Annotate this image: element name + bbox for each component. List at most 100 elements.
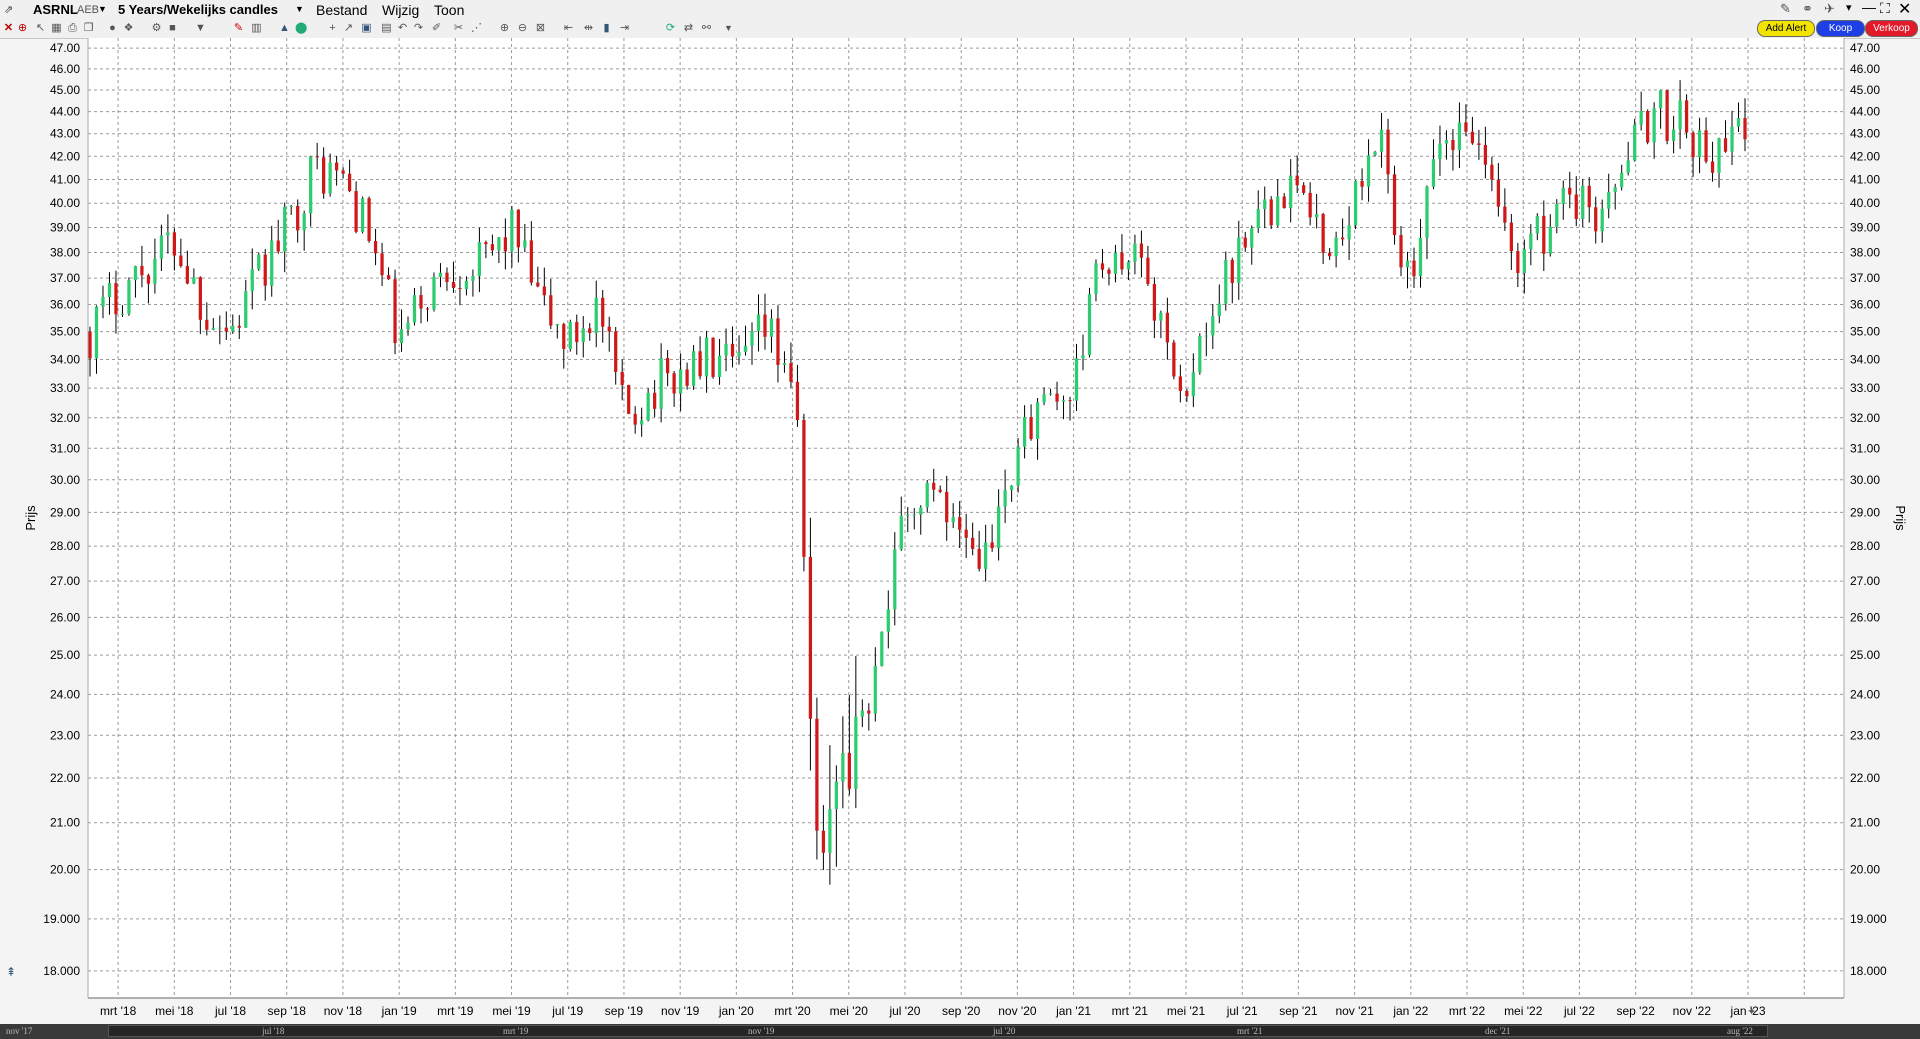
y-tick-label-right: 28.00 bbox=[1850, 539, 1880, 553]
candle-body bbox=[984, 542, 988, 569]
tools-icon[interactable]: ✎ bbox=[1780, 1, 1791, 17]
marker-icon[interactable]: ⬤ bbox=[295, 23, 307, 34]
candle-body bbox=[847, 752, 851, 789]
more-dropdown-icon[interactable]: ▼ bbox=[723, 23, 734, 34]
candle-body bbox=[1334, 237, 1338, 257]
candle-body bbox=[1113, 252, 1118, 274]
candle-body bbox=[1568, 187, 1572, 195]
overview-scrollbar[interactable]: nov '17 jul '18 mrt '19 nov '19 jul '20 … bbox=[0, 1024, 1920, 1039]
zoom-out-icon[interactable]: ⊖ bbox=[517, 23, 528, 34]
table-icon[interactable]: ▤ bbox=[381, 23, 392, 34]
chart-add-icon[interactable]: ✦ bbox=[1747, 1006, 1756, 1018]
pin-icon[interactable]: ✈ bbox=[1824, 1, 1835, 17]
period-dropdown-icon[interactable]: ▼ bbox=[295, 4, 304, 14]
save-icon[interactable]: ▣ bbox=[361, 23, 372, 34]
scale-icon[interactable]: ⇞ bbox=[6, 965, 16, 979]
layers-icon[interactable]: ❖ bbox=[123, 23, 134, 34]
maximize-icon[interactable]: ⛶ bbox=[1880, 0, 1890, 17]
y-tick-label-left: 38.00 bbox=[50, 246, 80, 260]
indicator-icon[interactable]: ⚙ bbox=[151, 23, 162, 34]
menu-toon[interactable]: Toon bbox=[434, 2, 464, 18]
link-tool-icon[interactable]: ⚯ bbox=[701, 23, 712, 34]
trend-icon[interactable]: ↗ bbox=[343, 23, 354, 34]
cursor-icon[interactable]: ↖ bbox=[35, 23, 46, 34]
redo-icon[interactable]: ↷ bbox=[413, 23, 424, 34]
candle-body bbox=[678, 369, 683, 394]
menu-wijzig[interactable]: Wijzig bbox=[382, 2, 419, 18]
candle-body bbox=[1451, 140, 1455, 151]
candle-body bbox=[1353, 180, 1358, 226]
candle-body bbox=[464, 280, 469, 290]
symbol-dropdown-icon[interactable]: ▼ bbox=[98, 4, 107, 14]
scroll-pin-icon[interactable]: ▮ bbox=[601, 23, 612, 34]
y-tick-label-right: 26.00 bbox=[1850, 610, 1880, 624]
pencil-icon[interactable]: ✎ bbox=[233, 23, 244, 34]
candle-body bbox=[1477, 143, 1481, 145]
candle-body bbox=[536, 282, 540, 287]
x-tick-label: sep '21 bbox=[1279, 1004, 1318, 1018]
candle-body bbox=[1133, 243, 1137, 262]
link-icon[interactable]: ⚭ bbox=[1802, 1, 1813, 17]
copy-icon[interactable]: ❐ bbox=[83, 23, 94, 34]
sell-button[interactable]: Verkoop bbox=[1865, 20, 1918, 37]
candle-body bbox=[373, 241, 378, 254]
scroll-mid-icon[interactable]: ⇹ bbox=[583, 23, 594, 34]
candle-body bbox=[1626, 160, 1630, 173]
zoom-in-icon[interactable]: ⊕ bbox=[499, 23, 510, 34]
candle-body bbox=[1600, 208, 1604, 232]
scroll-left-icon[interactable]: ⇤ bbox=[563, 23, 574, 34]
candle-body bbox=[237, 325, 241, 328]
candle-body bbox=[211, 327, 215, 330]
square-icon[interactable]: ■ bbox=[167, 23, 178, 34]
candle-body bbox=[562, 324, 566, 349]
candle-body bbox=[1237, 237, 1241, 284]
y-tick-label-left: 47.00 bbox=[50, 41, 80, 55]
y-tick-label-right: 47.00 bbox=[1850, 41, 1880, 55]
price-chart[interactable]: 47.00 46.00 45.00 44.00 43.00 42.00 41.00 40.00… bbox=[0, 38, 1920, 1024]
refresh-icon[interactable]: ⟳ bbox=[665, 23, 676, 34]
candle-body bbox=[575, 321, 579, 343]
candle-body bbox=[880, 631, 884, 666]
x-tick-label: mei '18 bbox=[155, 1004, 194, 1018]
buy-button[interactable]: Koop bbox=[1816, 20, 1865, 37]
add-line-icon[interactable]: + bbox=[327, 23, 338, 34]
candle-body bbox=[1723, 138, 1728, 152]
minimize-icon[interactable]: — bbox=[1862, 0, 1876, 15]
circle-icon[interactable]: ● bbox=[107, 23, 118, 34]
candle-body bbox=[1003, 490, 1007, 507]
y-tick-label-right: 30.00 bbox=[1850, 473, 1880, 487]
candle-body bbox=[886, 609, 890, 632]
menu-bestand[interactable]: Bestand bbox=[316, 2, 367, 18]
bars-icon[interactable]: ▥ bbox=[251, 23, 262, 34]
candle-body bbox=[231, 325, 235, 332]
candle-body bbox=[841, 752, 845, 782]
candle-body bbox=[477, 242, 482, 277]
symbol-label[interactable]: ASRNL bbox=[33, 2, 78, 17]
y-tick-label-right: 38.00 bbox=[1850, 246, 1880, 260]
sync-icon[interactable]: ⇄ bbox=[683, 23, 694, 34]
close-chart-icon[interactable]: ✕ bbox=[3, 23, 14, 34]
grid-icon[interactable]: ▦ bbox=[51, 23, 62, 34]
fib-icon[interactable]: ⋰ bbox=[471, 23, 482, 34]
period-label[interactable]: 5 Years/Wekelijks candles bbox=[118, 2, 278, 17]
candle-body bbox=[1276, 196, 1280, 226]
scroll-right-icon[interactable]: ⇥ bbox=[619, 23, 630, 34]
print-icon[interactable]: ⎙ bbox=[67, 23, 78, 34]
edit-icon[interactable]: ✐ bbox=[431, 23, 442, 34]
x-tick-label: mei '21 bbox=[1167, 1004, 1206, 1018]
filter-icon[interactable]: ▼ bbox=[195, 23, 206, 34]
pin-dropdown-icon[interactable]: ▾ bbox=[1846, 1, 1852, 14]
scrollbar-thumb[interactable] bbox=[108, 1025, 1768, 1037]
mountain-icon[interactable]: ▲ bbox=[279, 23, 290, 34]
undo-icon[interactable]: ↶ bbox=[397, 23, 408, 34]
draw-icon[interactable]: ✂ bbox=[453, 23, 464, 34]
close-icon[interactable]: ✕ bbox=[1898, 0, 1911, 19]
add-alert-button[interactable]: Add Alert bbox=[1757, 20, 1815, 37]
candle-body bbox=[542, 286, 546, 296]
candle-body bbox=[1360, 180, 1364, 187]
x-tick-label: nov '20 bbox=[998, 1004, 1037, 1018]
crosshair-icon[interactable]: ⊕ bbox=[17, 23, 28, 34]
zoom-fit-icon[interactable]: ⊠ bbox=[535, 23, 546, 34]
y-tick-label-left: 42.00 bbox=[50, 149, 80, 163]
x-axis: mrt '18 mei '18 jul '18 sep '18 nov '18 jan '… bbox=[100, 1004, 1766, 1018]
